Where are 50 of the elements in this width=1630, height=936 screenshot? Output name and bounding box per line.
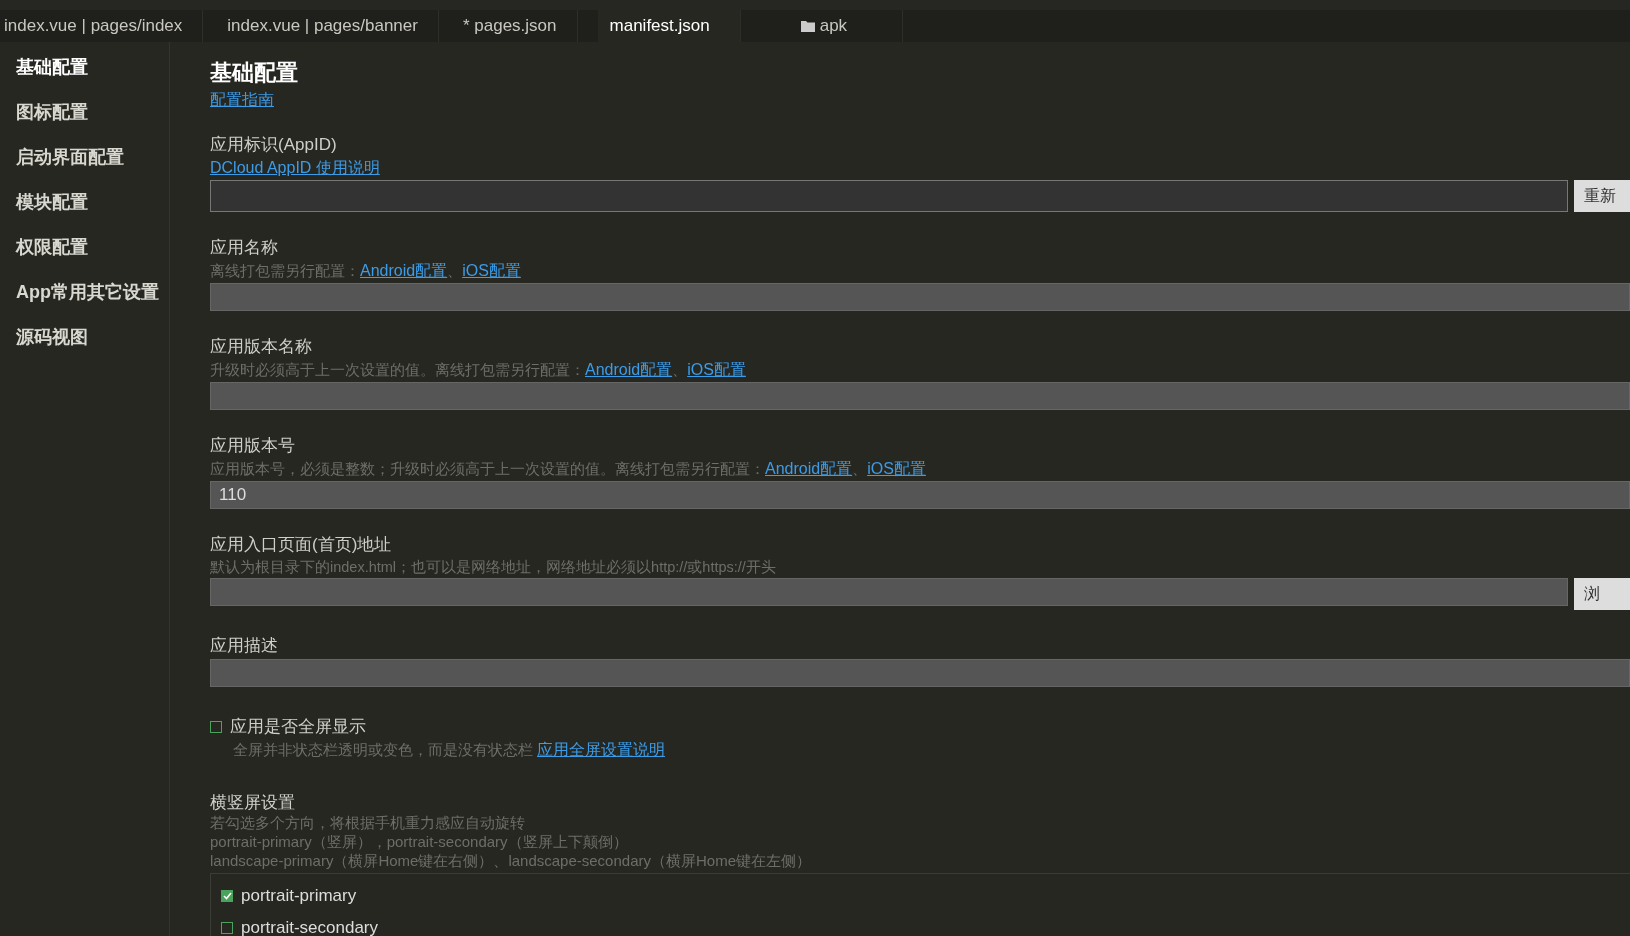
- field-label: 应用版本名称: [210, 336, 312, 358]
- checkbox-label[interactable]: portrait-primary: [241, 886, 357, 906]
- guide-link[interactable]: 配置指南: [210, 90, 274, 111]
- field-hint: 全屏并非状态栏透明或变色，而是没有状态栏 应用全屏设置说明: [233, 740, 667, 760]
- field-hint: 若勾选多个方向，将根据手机重力感应自动旋转: [210, 814, 526, 833]
- text-field[interactable]: [210, 659, 1630, 687]
- field-label: 应用名称: [210, 237, 278, 259]
- checkbox-label[interactable]: 应用是否全屏显示: [230, 715, 366, 738]
- sidebar-item[interactable]: 源码视图: [0, 326, 169, 371]
- editor-tab[interactable]: index.vue | pages/banner: [223, 10, 439, 42]
- text-field[interactable]: [210, 578, 1568, 606]
- help-link[interactable]: Android配置: [360, 262, 448, 279]
- field-label: 应用标识(AppID): [210, 134, 337, 156]
- text-field[interactable]: [210, 283, 1630, 311]
- field-label: 横竖屏设置: [210, 792, 295, 814]
- help-link[interactable]: iOS配置: [687, 361, 746, 378]
- field-hint: landscape-primary（横屏Home键在右侧）、landscape-secondary（横屏Home键在左侧）: [210, 852, 812, 871]
- field-label: 应用描述: [210, 635, 278, 657]
- folder-icon: [800, 20, 815, 32]
- page-title: 基础配置: [210, 59, 298, 87]
- sidebar-item[interactable]: 图标配置: [0, 101, 169, 146]
- text-field[interactable]: [210, 180, 1568, 212]
- checkbox[interactable]: [221, 922, 233, 934]
- editor-tab[interactable]: index.vue | pages/index: [0, 10, 204, 42]
- sidebar-item[interactable]: 基础配置: [0, 56, 169, 101]
- sidebar-item[interactable]: 启动界面配置: [0, 146, 169, 191]
- field-label: 应用版本号: [210, 435, 295, 457]
- editor-tab[interactable]: manifest.json: [597, 10, 741, 42]
- sidebar-item[interactable]: 权限配置: [0, 236, 169, 281]
- editor-tab[interactable]: * pages.json: [458, 10, 578, 42]
- help-link[interactable]: iOS配置: [462, 262, 521, 279]
- checkbox[interactable]: [210, 720, 222, 733]
- help-link[interactable]: Android配置: [585, 361, 673, 378]
- help-link[interactable]: 应用全屏设置说明: [537, 741, 666, 758]
- checkbox-label[interactable]: portrait-secondary: [241, 918, 378, 936]
- sidebar-item[interactable]: 模块配置: [0, 191, 169, 236]
- field-label: 应用入口页面(首页)地址: [210, 534, 392, 556]
- help-link[interactable]: Android配置: [765, 460, 853, 477]
- sidebar-item[interactable]: App常用其它设置: [0, 281, 169, 326]
- checked-checkbox[interactable]: [221, 890, 233, 902]
- text-field[interactable]: 110: [210, 481, 1630, 509]
- action-button[interactable]: 浏: [1574, 578, 1630, 610]
- help-link[interactable]: iOS配置: [867, 460, 926, 477]
- action-button[interactable]: 重新: [1574, 180, 1630, 212]
- editor-tab[interactable]: apk: [760, 10, 904, 42]
- text-field[interactable]: [210, 382, 1630, 410]
- field-hint: 默认为根目录下的index.html；也可以是网络地址，网络地址必须以http://或https://开头: [210, 558, 777, 577]
- field-hint: 离线打包需另行配置：Android配置、iOS配置: [210, 261, 522, 281]
- field-hint: portrait-primary（竖屏），portrait-secondary（竖屏上下颠倒）: [210, 833, 629, 852]
- help-link[interactable]: DCloud AppID 使用说明: [210, 159, 380, 176]
